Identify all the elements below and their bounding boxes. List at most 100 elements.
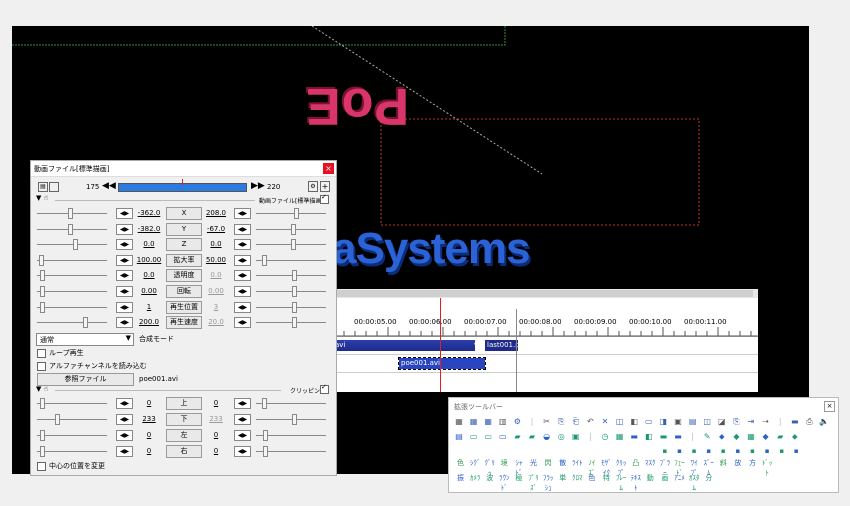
toolbar-button[interactable]: ﾌﾟﾘｽﾞ	[527, 473, 540, 492]
toolbar-button[interactable]: 🔈	[819, 417, 829, 427]
toolbar-button[interactable]: ▰	[512, 432, 522, 442]
toolbar-button[interactable]: ｼｸﾞ	[469, 458, 482, 468]
center-checkbox[interactable]: 中心の位置を変更	[37, 461, 105, 471]
end-value[interactable]: -67.0	[201, 225, 231, 233]
start-value[interactable]: 100.00	[134, 256, 164, 264]
toolbar-button[interactable]: ｸﾘｯﾌﾟ	[615, 458, 628, 477]
toolbar-button[interactable]: 動	[644, 473, 657, 483]
right-slider-thumb[interactable]	[262, 254, 267, 266]
left-slider-thumb[interactable]	[40, 270, 45, 282]
timeline-ruler[interactable]: 00:00:05.00 00:00:06.00 00:00:07.00 00:0…	[333, 298, 758, 337]
toolbar-button[interactable]: ｸﾞﾘｯ	[483, 458, 496, 477]
dialog-titlebar[interactable]: 動画ファイル[標準描画] ×	[31, 161, 336, 177]
clip-video-1[interactable]: avi vec	[333, 340, 486, 351]
left-spin-arrows[interactable]: ◀▶	[116, 208, 133, 219]
toolbar-button[interactable]: ▪	[731, 446, 744, 456]
toolbar-button[interactable]: ▪	[746, 446, 759, 456]
right-slider-thumb[interactable]	[292, 414, 297, 425]
toolbar-button[interactable]: ◪	[717, 417, 727, 427]
right-spin-arrows[interactable]: ◀▶	[234, 430, 251, 441]
toolbar-button[interactable]: ▬	[658, 432, 668, 442]
toolbar-button[interactable]: ⬥	[717, 432, 727, 442]
toolbar-button[interactable]: ﾌｪｰﾄﾞ	[673, 458, 686, 477]
toolbar-button[interactable]: ▭	[498, 432, 508, 442]
property-button[interactable]: 透明度	[166, 269, 202, 283]
left-spin-arrows[interactable]: ◀▶	[116, 286, 133, 297]
toolbar-button[interactable]: ⚙	[512, 417, 522, 427]
toolbar-button[interactable]: ✕	[600, 417, 610, 427]
left-spin-arrows[interactable]: ◀▶	[116, 430, 133, 441]
left-slider-track[interactable]	[37, 244, 107, 246]
toolbar-button[interactable]: ▦	[615, 432, 625, 442]
left-spin-arrows[interactable]: ◀▶	[116, 223, 133, 235]
left-slider-track[interactable]	[37, 322, 107, 324]
toolbar-button[interactable]: ◆	[731, 432, 741, 442]
toolbar-button[interactable]: ▰	[775, 432, 785, 442]
left-spin-arrows[interactable]: ◀▶	[116, 414, 133, 425]
right-slider-track[interactable]	[256, 213, 326, 214]
right-spin-arrows[interactable]: ◀▶	[234, 317, 251, 329]
toolbar-button[interactable]: ◒	[542, 432, 552, 442]
toolbar-button[interactable]: ▦	[454, 417, 464, 427]
end-value[interactable]: 0.00	[201, 287, 231, 295]
left-slider-track[interactable]	[37, 435, 107, 436]
toolbar-close-button[interactable]: ×	[824, 401, 835, 412]
left-slider-thumb[interactable]	[40, 301, 45, 313]
end-value[interactable]: 20.0	[201, 318, 231, 326]
start-value[interactable]: 200.0	[134, 318, 164, 326]
toolbar-button[interactable]: 斜	[717, 458, 730, 468]
toolbar-button[interactable]: ﾌﾗｯｼｭ	[542, 473, 555, 492]
left-slider-track[interactable]	[37, 275, 107, 277]
right-slider-thumb[interactable]	[262, 398, 267, 409]
start-value[interactable]: 0	[134, 399, 164, 407]
clipping-checkbox[interactable]	[320, 385, 332, 394]
left-slider-track[interactable]	[37, 306, 107, 308]
start-value[interactable]: 0.00	[134, 287, 164, 295]
toolbar-button[interactable]: ▪	[761, 446, 774, 456]
left-slider-thumb[interactable]	[40, 430, 45, 441]
toolbar-button[interactable]: ﾓｻﾞｲｸ	[600, 458, 613, 477]
property-button[interactable]: 下	[166, 413, 202, 426]
left-slider-thumb[interactable]	[83, 317, 88, 329]
left-slider-thumb[interactable]	[68, 223, 73, 235]
toolbar-button[interactable]: 振	[454, 473, 467, 483]
clip-video-2[interactable]: poe001.avi	[398, 357, 486, 370]
ref-file-button[interactable]: 参照ファイル	[37, 373, 134, 386]
extended-toolbar[interactable]: 拡張ツールバー × ▦ ▦ ▦ ▥ ⚙ | ✂ ⎘ ⎗ ↶ ✕ ◫ ◧ ▭ ◨ ▣ ▤ ◫ ◪ ⎘ ⇥ ⇢ | ▬ ⎙ 🔈 ▤ ▭ ▭…	[448, 397, 839, 493]
layer-2[interactable]: poe001.avi	[333, 355, 758, 373]
left-slider-thumb[interactable]	[55, 414, 60, 425]
right-slider-thumb[interactable]	[292, 286, 297, 297]
right-spin-arrows[interactable]: ◀▶	[234, 414, 251, 425]
end-value[interactable]: 0	[201, 431, 231, 439]
toolbar-button[interactable]: ⇥	[746, 417, 756, 427]
toolbar-button[interactable]: ﾗｲﾄ	[571, 458, 584, 468]
start-value[interactable]: 233	[134, 415, 164, 423]
toolbar-button[interactable]: ⬥	[790, 432, 800, 442]
end-value[interactable]: 0.0	[201, 240, 231, 248]
right-slider-track[interactable]	[256, 306, 326, 308]
toolbar-button[interactable]: ▥	[498, 417, 508, 427]
left-spin-arrows[interactable]: ◀▶	[116, 446, 133, 457]
toolbar-button[interactable]: ◆	[761, 432, 771, 442]
right-spin-arrows[interactable]: ◀▶	[234, 301, 251, 313]
toolbar-button[interactable]: ﾃｷｽﾄ	[629, 473, 642, 492]
toolbar-button[interactable]: ▪	[702, 446, 715, 456]
loop-checkbox[interactable]: ループ再生	[37, 348, 84, 358]
toolbar-button[interactable]: ◎	[556, 432, 566, 442]
toolbar-button[interactable]: ▰	[527, 432, 537, 442]
toolbar-button[interactable]: ▦	[483, 417, 493, 427]
toolbar-button[interactable]: ⎙	[804, 417, 814, 427]
left-slider-thumb[interactable]	[40, 446, 45, 457]
object-enable-checkbox[interactable]	[320, 195, 332, 204]
toolbar-button[interactable]: ｼｬﾄﾞ	[512, 458, 525, 477]
end-value[interactable]: 208.0	[201, 209, 231, 217]
toolbar-button[interactable]: ▦	[469, 417, 479, 427]
left-spin-arrows[interactable]: ◀▶	[116, 239, 133, 251]
toolbar-button[interactable]: 分	[702, 473, 715, 483]
right-slider-thumb[interactable]	[292, 317, 297, 329]
toolbar-button[interactable]: ｶﾒﾗ	[469, 473, 482, 483]
toolbar-button[interactable]: ⎘	[731, 417, 741, 427]
right-slider-track[interactable]	[256, 275, 326, 277]
right-slider-track[interactable]	[256, 291, 326, 292]
toolbar-button[interactable]: ↶	[585, 417, 595, 427]
